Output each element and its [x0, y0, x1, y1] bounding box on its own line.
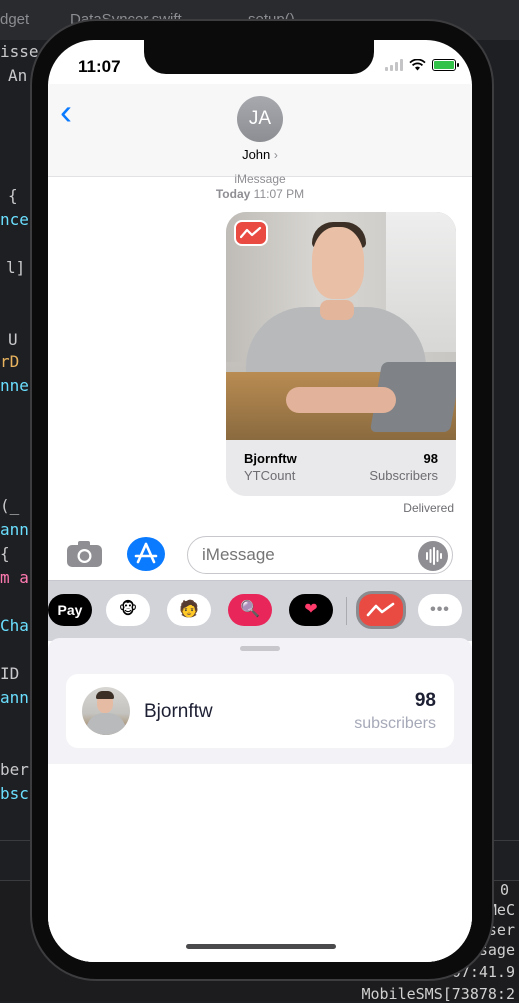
ytcount-app-icon[interactable]: [356, 591, 406, 629]
subscriber-count: 98: [414, 690, 436, 711]
audio-message-icon[interactable]: [418, 541, 448, 571]
imessage-input[interactable]: [187, 536, 453, 574]
memoji-icon[interactable]: 🧑: [167, 594, 211, 626]
timestamp-time: 11:07 PM: [253, 187, 305, 201]
animoji-icon[interactable]: 🐵: [106, 594, 150, 626]
message-card-bubble[interactable]: Bjornftw YTCount 98 Subscribers: [226, 212, 456, 496]
apple-pay-icon[interactable]: Pay: [48, 594, 92, 626]
wifi-icon: [409, 59, 426, 71]
channel-photo: [226, 212, 456, 440]
message-timestamp: Today 11:07 PM: [48, 187, 472, 201]
app-store-icon[interactable]: [127, 537, 165, 571]
code-fragment: ber: [0, 760, 29, 779]
console-line: 0: [499, 881, 509, 899]
code-fragment: isse: [0, 42, 39, 61]
code-fragment: {: [0, 544, 10, 563]
code-fragment: ann: [0, 688, 29, 707]
timestamp-day: Today: [215, 187, 251, 201]
sheet-grabber[interactable]: [240, 646, 280, 651]
code-fragment: Cha: [0, 616, 29, 635]
contact-name: John: [242, 147, 271, 162]
notch: [144, 40, 374, 74]
contact-name-row[interactable]: John ›: [48, 147, 472, 162]
contact-avatar[interactable]: JA: [237, 96, 283, 142]
subscriber-label: subscribers: [354, 715, 436, 732]
back-chevron-icon[interactable]: ‹: [60, 94, 72, 130]
code-fragment: ann: [0, 520, 29, 539]
channel-name: Bjornftw: [144, 701, 213, 722]
card-subscriber-label: Subscribers: [369, 468, 438, 483]
web-search-icon[interactable]: 🔍: [228, 594, 272, 626]
channel-row[interactable]: Bjornftw 98 subscribers: [66, 674, 454, 748]
channel-avatar: [82, 687, 130, 735]
ytcount-extension-panel: Bjornftw 98 subscribers: [48, 638, 472, 962]
status-time: 11:07: [78, 57, 121, 76]
card-channel-name: Bjornftw: [244, 451, 297, 466]
code-fragment: bsc: [0, 784, 29, 803]
extension-empty-area: [48, 764, 472, 962]
chevron-right-icon: ›: [273, 148, 278, 162]
service-label: iMessage: [234, 172, 286, 186]
more-apps-icon[interactable]: •••: [418, 594, 462, 626]
code-fragment: An: [8, 66, 28, 85]
battery-icon: [432, 59, 459, 71]
app-drawer: Pay 🐵 🧑 🔍 ❤ •••: [48, 580, 472, 641]
status-icons: [385, 59, 459, 71]
ytcount-logo-icon: [234, 220, 268, 246]
card-caption: Bjornftw YTCount 98 Subscribers: [226, 440, 456, 496]
conversation-header: ‹ JA John ›: [48, 84, 472, 177]
delivered-status: Delivered: [403, 501, 454, 515]
card-app-name: YTCount: [244, 468, 296, 483]
card-subscriber-count: 98: [423, 451, 438, 466]
code-fragment: l]: [6, 258, 26, 277]
code-fragment: nne: [0, 376, 29, 395]
message-composer: [48, 528, 472, 580]
apple-pay-label: Pay: [57, 602, 83, 618]
code-fragment: {: [8, 186, 18, 205]
console-line: MobileSMS[73878:2: [361, 985, 515, 1003]
drawer-divider: [346, 597, 347, 625]
code-fragment: (_: [0, 496, 20, 515]
code-fragment: ID: [0, 664, 20, 683]
phone-screen: 11:07 ‹ JA John › iMessage Today 11:07 P…: [48, 40, 472, 962]
code-fragment: m a: [0, 568, 29, 587]
home-indicator[interactable]: [186, 944, 336, 949]
code-fragment: nce: [0, 210, 29, 229]
code-fragment: U: [8, 330, 18, 349]
camera-icon[interactable]: [66, 540, 104, 568]
breadcrumb-item[interactable]: dget: [0, 11, 29, 28]
digital-touch-icon[interactable]: ❤: [289, 594, 333, 626]
cellular-signal-icon: [385, 59, 403, 71]
code-fragment: rD: [0, 352, 20, 371]
